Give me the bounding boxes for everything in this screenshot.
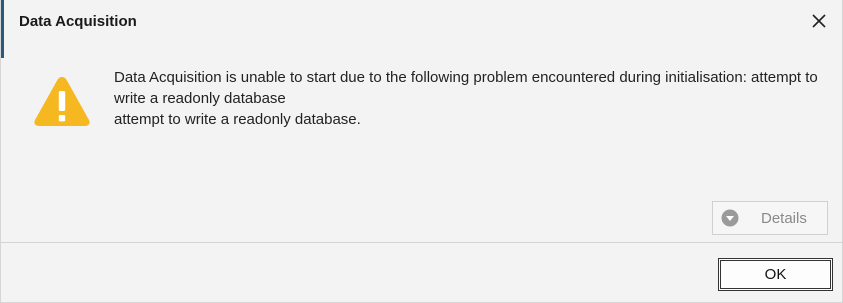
error-dialog: Data Acquisition Data Acquisition is una… <box>0 0 843 303</box>
message-line-2: write a readonly database <box>114 90 286 107</box>
chevron-down-circle-icon <box>721 209 739 227</box>
message-line-3: attempt to write a readonly database. <box>114 111 361 128</box>
error-message: Data Acquisition is unable to start due … <box>114 67 829 130</box>
ok-button[interactable]: OK <box>718 258 833 291</box>
close-button[interactable] <box>804 6 834 36</box>
dialog-title: Data Acquisition <box>19 13 137 30</box>
details-label: Details <box>761 209 807 227</box>
message-line-1: Data Acquisition is unable to start due … <box>114 69 818 86</box>
background-window-edge <box>1 0 4 58</box>
close-icon <box>812 14 826 28</box>
details-button[interactable]: Details <box>712 201 828 235</box>
footer-separator <box>1 242 843 243</box>
warning-icon <box>34 77 90 126</box>
